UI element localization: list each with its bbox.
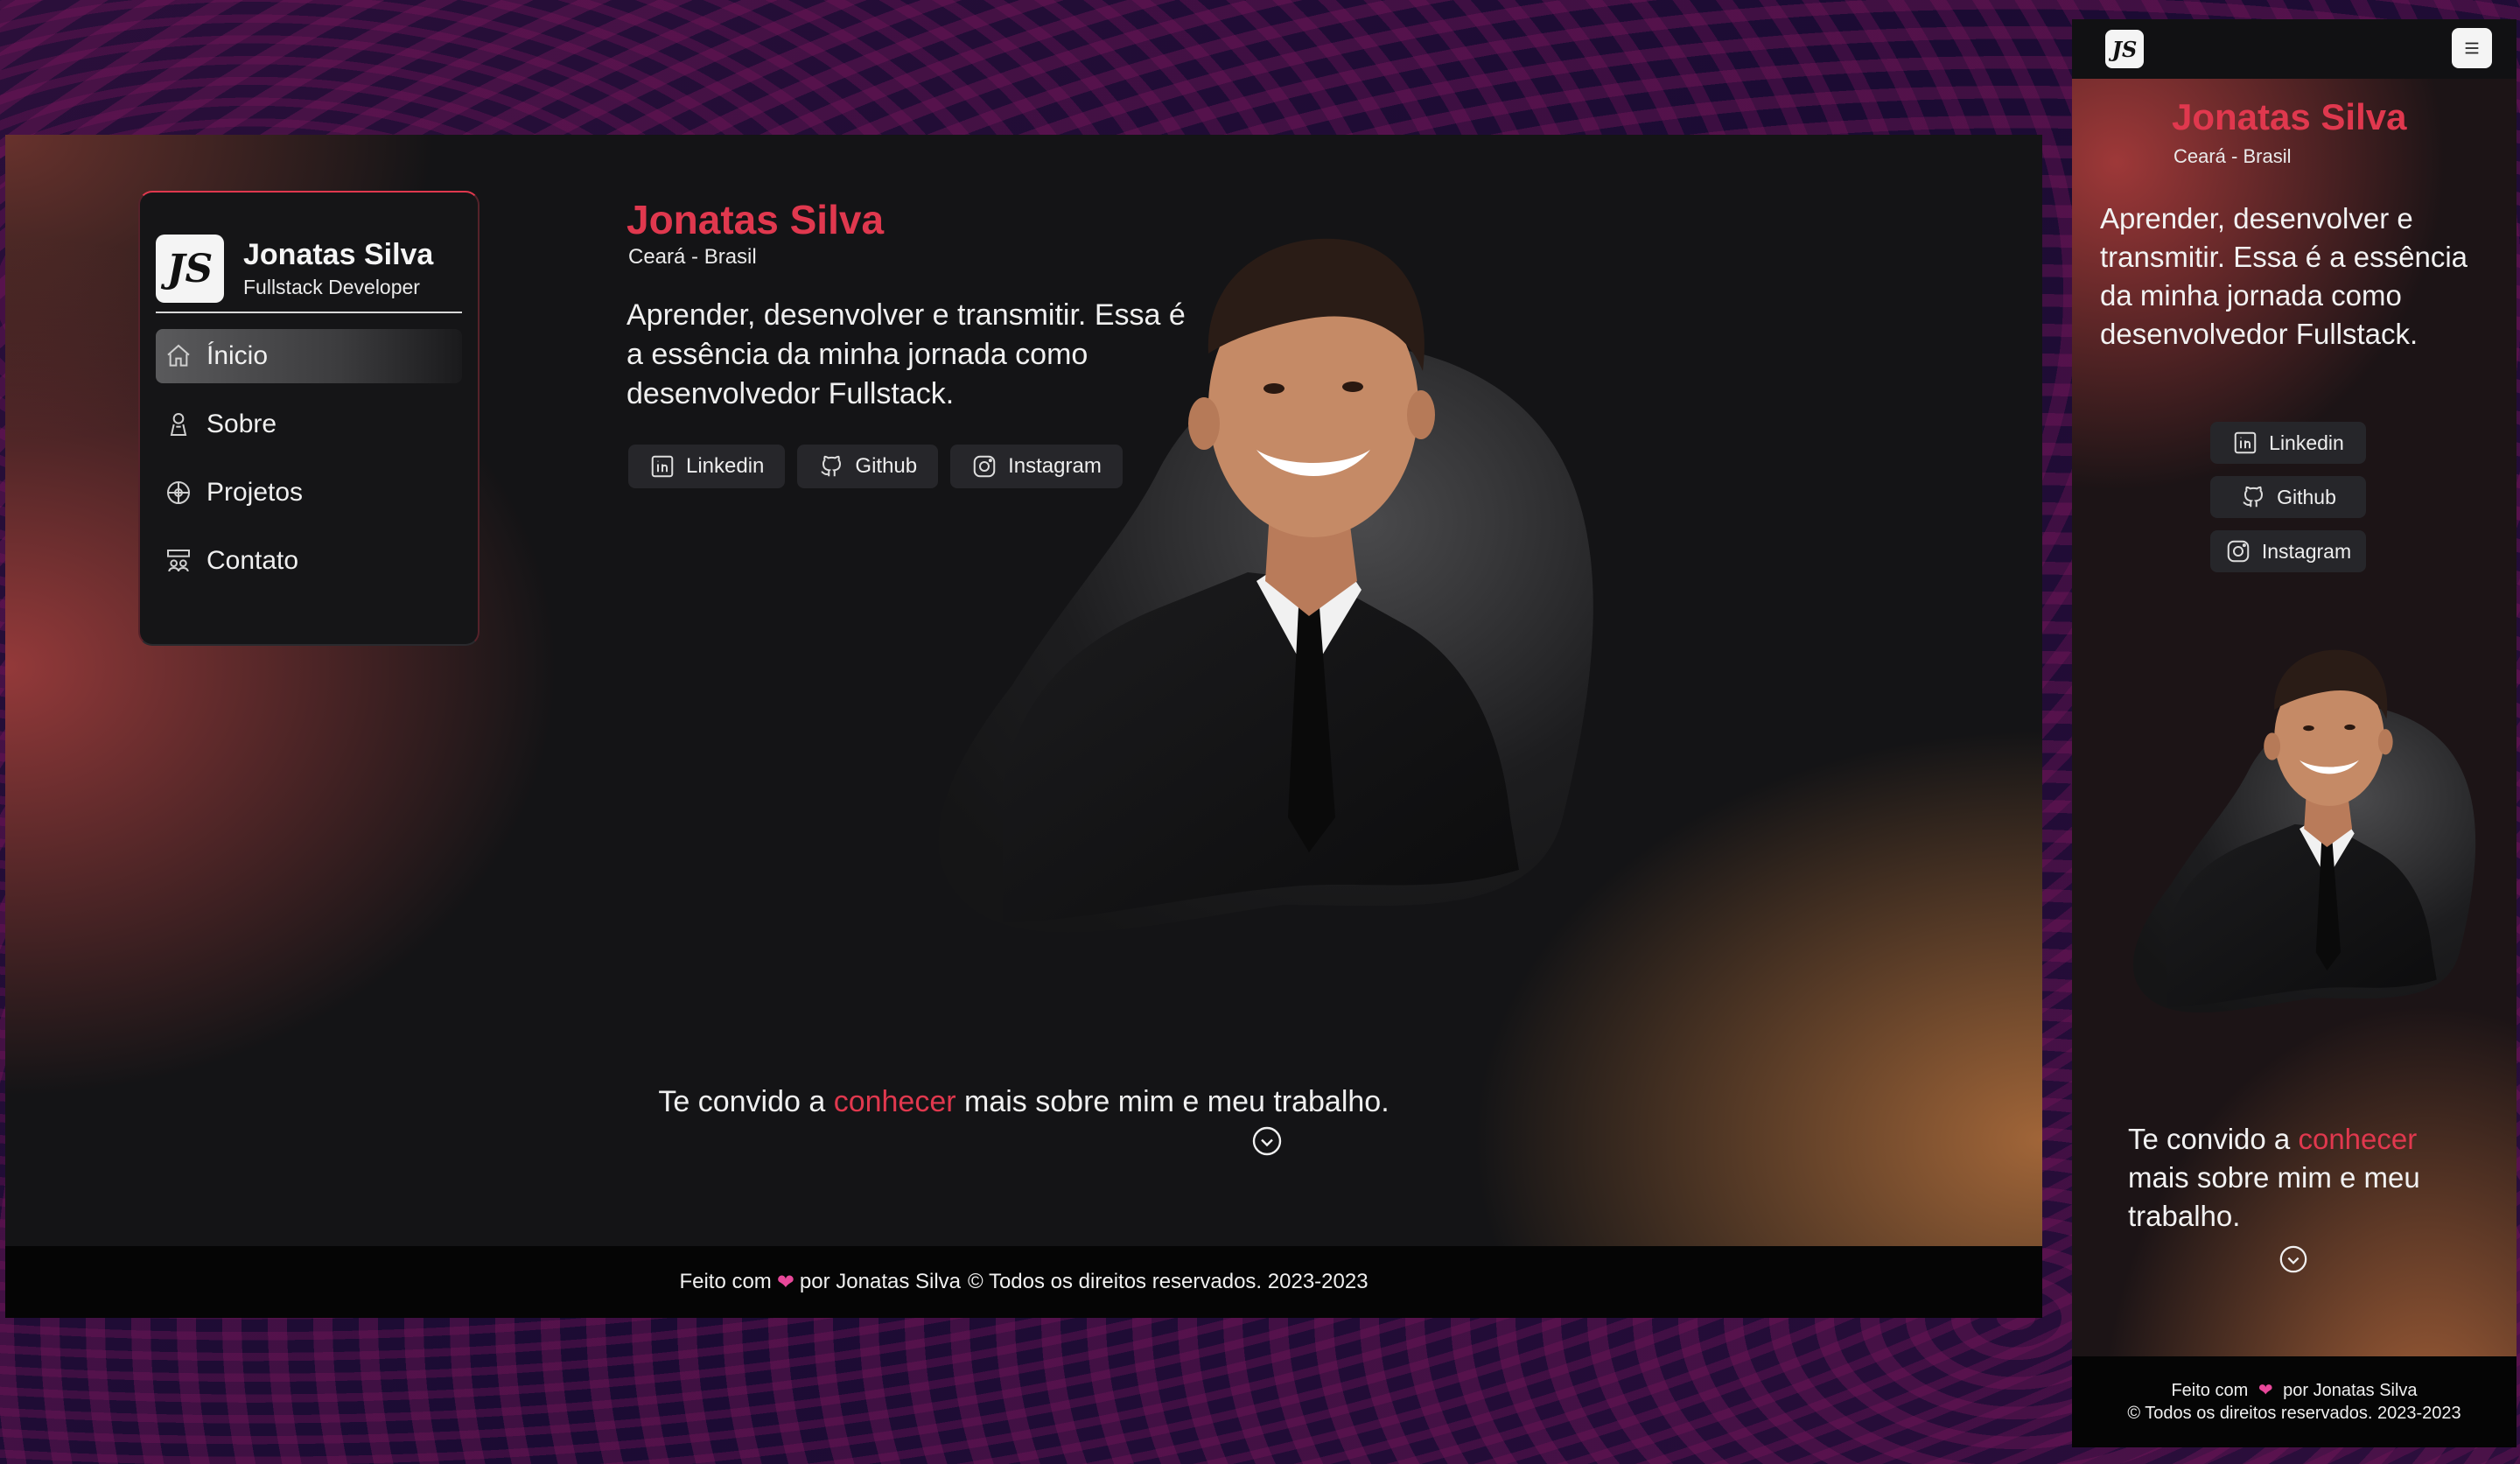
- footer-rights: © Todos os direitos reservados. 2023-202…: [2127, 1404, 2461, 1423]
- mobile-location: Ceará - Brasil: [2174, 145, 2292, 167]
- projects-icon: [167, 481, 190, 504]
- footer-made-with: Feito com: [2171, 1381, 2249, 1400]
- home-icon: [167, 344, 190, 367]
- heart-icon: ❤: [2258, 1381, 2273, 1400]
- footer-by: por Jonatas Silva: [799, 1270, 962, 1293]
- invite-after: mais sobre mim e meu trabalho.: [2128, 1161, 2420, 1232]
- scroll-down-icon[interactable]: [1251, 1125, 1283, 1157]
- mobile-page-title: Jonatas Silva: [2172, 96, 2407, 137]
- sidebar-item-label: Ínicio: [206, 341, 269, 370]
- invite-before: Te convido a: [658, 1085, 834, 1118]
- instagram-icon: [2227, 540, 2250, 563]
- linkedin-label: Linkedin: [686, 454, 765, 478]
- invite-text: Te convido a conhecer mais sobre mim e m…: [5, 1085, 2042, 1119]
- brand: JS Jonatas Silva Fullstack Developer: [156, 235, 462, 313]
- sidebar-item-inicio[interactable]: Ínicio: [156, 329, 462, 383]
- github-icon: [821, 455, 842, 477]
- mobile-preview: JS Jonatas Silva Ceará - Brasil Aprender…: [2072, 19, 2516, 1447]
- scroll-down-icon[interactable]: [2278, 1244, 2308, 1274]
- logo-text: JS: [2111, 36, 2138, 62]
- sidebar-item-contato[interactable]: Contato: [156, 534, 462, 588]
- logo-text: JS: [166, 246, 214, 291]
- invite-highlight[interactable]: conhecer: [834, 1085, 956, 1118]
- mobile-footer-line1: Feito com ❤ por Jonatas Silva: [2171, 1379, 2417, 1402]
- mobile-logo[interactable]: JS: [2105, 30, 2144, 68]
- invite-after: mais sobre mim e meu trabalho.: [956, 1085, 1390, 1118]
- instagram-label: Instagram: [2261, 539, 2352, 563]
- mobile-topbar: JS: [2072, 19, 2516, 79]
- linkedin-icon: [651, 455, 674, 478]
- logo[interactable]: JS: [156, 235, 224, 303]
- location: Ceará - Brasil: [628, 245, 757, 269]
- invite-before: Te convido a: [2128, 1123, 2299, 1155]
- sidebar-nav: Ínicio Sobre Projetos Contato: [156, 329, 462, 588]
- sidebar-item-label: Contato: [206, 546, 299, 575]
- sidebar-item-sobre[interactable]: Sobre: [156, 397, 462, 452]
- footer-rights: © Todos os direitos reservados. 2023-202…: [968, 1270, 1368, 1293]
- profile-photo: [938, 238, 1593, 933]
- person-icon: [170, 413, 187, 436]
- mobile-invite-text: Te convido a conhecer mais sobre mim e m…: [2128, 1120, 2478, 1236]
- linkedin-button[interactable]: Linkedin: [628, 445, 786, 488]
- contact-icon: [167, 550, 190, 572]
- heart-icon: ❤: [776, 1270, 794, 1294]
- github-button[interactable]: Github: [2210, 476, 2366, 518]
- sidebar: JS Jonatas Silva Fullstack Developer Íni…: [138, 191, 480, 646]
- footer: Feito com ❤ por Jonatas Silva © Todos os…: [5, 1246, 2042, 1318]
- mobile-intro-text: Aprender, desenvolver e transmitir. Essa…: [2100, 202, 2468, 350]
- footer-by: por Jonatas Silva: [2283, 1381, 2418, 1400]
- footer-made-with: Feito com: [679, 1270, 772, 1293]
- page-title: Jonatas Silva: [626, 197, 885, 242]
- mobile-social-links: Linkedin Github Instagram: [2210, 422, 2366, 572]
- github-label: Github: [2277, 485, 2336, 508]
- desktop-preview: JS Jonatas Silva Fullstack Developer Íni…: [5, 135, 2042, 1318]
- menu-icon: [2465, 42, 2479, 54]
- brand-name: Jonatas Silva: [243, 238, 434, 271]
- sidebar-item-label: Sobre: [206, 410, 277, 438]
- sidebar-item-projetos[interactable]: Projetos: [156, 466, 462, 520]
- github-icon: [2243, 486, 2264, 508]
- mobile-profile-photo: [2132, 649, 2476, 1013]
- mobile-footer: Feito com ❤ por Jonatas Silva © Todos os…: [2072, 1356, 2516, 1447]
- linkedin-icon: [2234, 431, 2257, 454]
- sidebar-item-label: Projetos: [206, 478, 304, 507]
- instagram-button[interactable]: Instagram: [2210, 530, 2366, 572]
- hamburger-menu-button[interactable]: [2452, 28, 2492, 68]
- brand-role: Fullstack Developer: [243, 276, 420, 298]
- invite-highlight[interactable]: conhecer: [2298, 1123, 2417, 1155]
- linkedin-label: Linkedin: [2269, 431, 2344, 454]
- linkedin-button[interactable]: Linkedin: [2210, 422, 2366, 464]
